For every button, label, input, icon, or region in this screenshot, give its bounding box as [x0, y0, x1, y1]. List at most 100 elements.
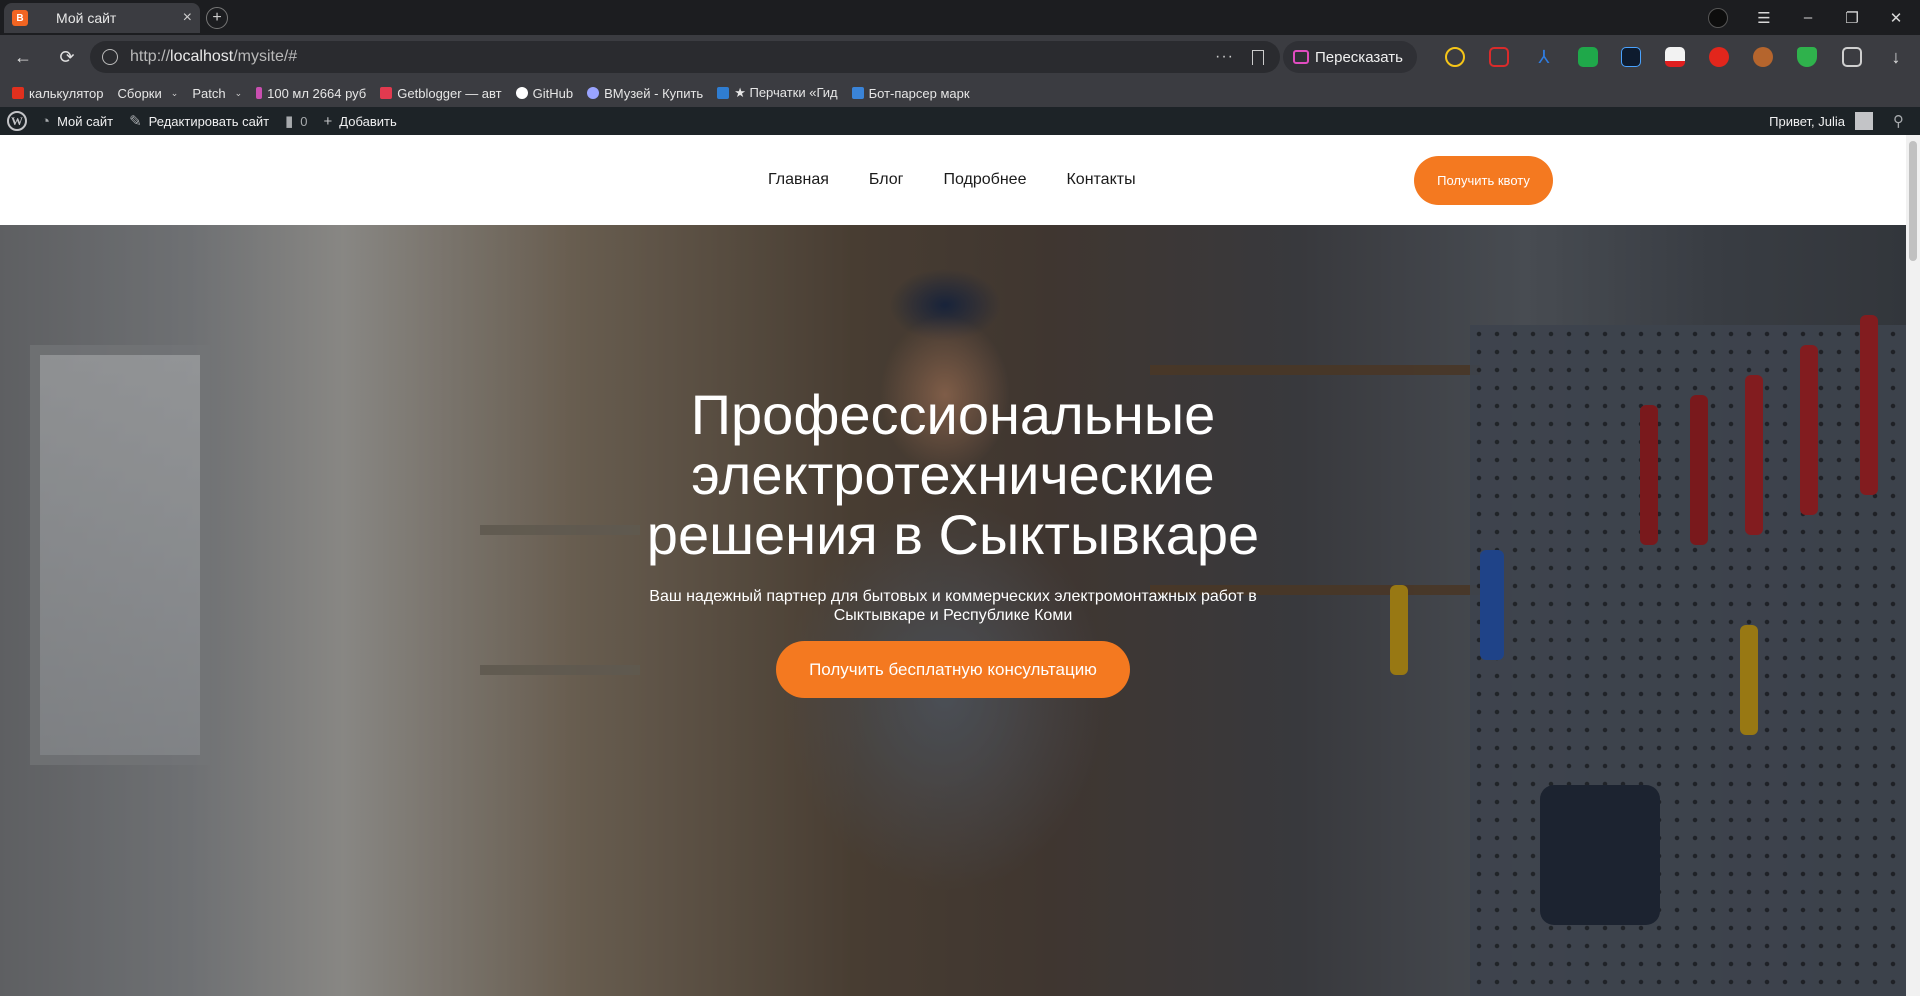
retell-icon [1293, 50, 1309, 64]
hero-subtitle: Ваш надежный партнер для бытовых и комме… [603, 587, 1303, 625]
browser-menu-icon[interactable]: ☰ [1742, 9, 1786, 27]
vmuseum-icon [587, 87, 600, 99]
bookmark-item[interactable]: ВМузей - Купить [587, 86, 703, 101]
reload-icon[interactable]: ⟳ [55, 45, 79, 69]
extension-cookie-icon[interactable] [1753, 47, 1773, 67]
extension-coin-icon[interactable] [1445, 47, 1465, 67]
admin-edit-site-label: Редактировать сайт [148, 113, 270, 129]
menu-item-home[interactable]: Главная [768, 171, 829, 189]
site-header: Главная Блог Подробнее Контакты Получить… [0, 135, 1906, 225]
chevron-down-icon: ⌄ [234, 87, 243, 98]
bookmark-item[interactable]: 100 мл 2664 руб [256, 86, 366, 101]
tab-close-icon[interactable]: × [183, 10, 192, 26]
yandex-icon [12, 87, 24, 99]
admin-comments-link[interactable]: ▮ 0 [285, 112, 308, 130]
menu-item-blog[interactable]: Блог [869, 171, 904, 189]
wordpress-logo-icon[interactable]: W [7, 111, 27, 131]
globe-icon [102, 49, 118, 65]
menu-item-more[interactable]: Подробнее [943, 171, 1026, 189]
url-scheme: http:// [130, 48, 171, 65]
bookmark-folder[interactable]: Сборки ⌄ [118, 86, 179, 101]
extension-translate-icon[interactable]: ⅄ [1534, 47, 1554, 67]
extensions-menu-icon[interactable] [1842, 47, 1862, 67]
hero-title-line: электротехнические [691, 443, 1215, 506]
admin-edit-site-link[interactable]: ✎ Редактировать сайт [129, 112, 269, 130]
hero-title-line: Профессиональные [690, 383, 1216, 446]
menu-item-contacts[interactable]: Контакты [1066, 171, 1135, 189]
bookmark-item[interactable]: калькулятор [12, 86, 104, 101]
extension-chat-icon[interactable] [1578, 47, 1598, 67]
url-path: /mysite/# [233, 48, 298, 65]
bookmark-label: Бот-парсер марк [868, 85, 970, 101]
brush-icon: ✎ [129, 113, 142, 130]
bookmark-item[interactable]: GitHub [515, 85, 574, 101]
bookmark-label: Сборки [117, 85, 162, 101]
close-window-icon[interactable]: ✕ [1874, 9, 1918, 27]
browser-tab-bar: B Мой сайт × + ☰ – ❐ ✕ [0, 0, 1920, 35]
browser-nav-bar: ← ⟳ http:// localhost /mysite/# ··· Пере… [0, 35, 1920, 79]
extension-shield-icon[interactable] [1797, 47, 1817, 67]
page-menu-icon[interactable]: ··· [1215, 48, 1234, 66]
search-icon[interactable]: ⚲ [1893, 112, 1904, 130]
dropper-icon [256, 87, 263, 99]
page-scrollbar[interactable] [1906, 135, 1920, 996]
hero-title: Профессиональные электротехнические реше… [553, 385, 1353, 565]
minimize-icon[interactable]: – [1786, 9, 1830, 26]
new-tab-button[interactable]: + [206, 7, 228, 29]
hero-title-line: решения в Сыктывкаре [646, 503, 1260, 566]
bookmark-label: ★ Перчатки «Гид [734, 85, 838, 100]
admin-site-name: Мой сайт [57, 113, 114, 129]
hero-subtitle-line: Ваш надежный партнер для бытовых и комме… [649, 588, 1257, 605]
hero-section: Профессиональные электротехнические реше… [0, 225, 1906, 996]
bookmark-icon[interactable] [1252, 49, 1264, 65]
comment-icon: ▮ [285, 113, 294, 130]
bookmarks-bar: калькулятор Сборки ⌄ Patch ⌄ 100 мл 2664… [0, 79, 1920, 107]
profile-avatar-icon[interactable] [1708, 8, 1728, 28]
free-consultation-button[interactable]: Получить бесплатную консультацию [776, 641, 1130, 698]
dashboard-icon: ◔ [41, 112, 51, 130]
admin-add-new-label: Добавить [339, 113, 397, 129]
site-favicon-icon: B [12, 10, 28, 26]
restore-icon[interactable]: ❐ [1830, 9, 1874, 27]
get-quote-button[interactable]: Получить квоту [1414, 156, 1553, 205]
extension-adblock-icon[interactable] [1709, 47, 1729, 67]
url-host: localhost [170, 48, 234, 65]
back-arrow-icon[interactable]: ← [11, 45, 35, 69]
bookmark-item[interactable]: Getblogger — авт [380, 85, 502, 101]
bookmark-label: Patch [192, 85, 226, 101]
main-menu: Главная Блог Подробнее Контакты [768, 171, 1136, 189]
tab-title: Мой сайт [56, 10, 117, 26]
bookmark-label: ВМузей - Купить [604, 85, 704, 101]
site-viewport: Главная Блог Подробнее Контакты Получить… [0, 135, 1906, 996]
plus-icon: + [323, 112, 333, 130]
tab-my-site[interactable]: B Мой сайт × [4, 3, 200, 33]
bookmark-label: 100 мл 2664 руб [267, 85, 367, 101]
bookmark-item[interactable]: ★ Перчатки «Гид [717, 85, 838, 101]
github-icon [515, 87, 528, 99]
admin-greeting[interactable]: Привет, Julia [1769, 114, 1845, 129]
bookmark-label: Getblogger — авт [397, 85, 502, 101]
window-controls: ☰ – ❐ ✕ [1742, 0, 1918, 35]
bookmark-label: калькулятор [29, 85, 104, 101]
chevron-down-icon: ⌄ [170, 87, 179, 98]
admin-account-area: Привет, Julia ⚲ [1769, 112, 1904, 130]
wp-admin-bar: W ◔ Мой сайт ✎ Редактировать сайт ▮ 0 + … [0, 107, 1920, 135]
extension-sih-icon[interactable] [1621, 47, 1641, 67]
bot-icon [851, 87, 864, 99]
retell-button[interactable]: Пересказать [1283, 41, 1417, 73]
scrollbar-thumb[interactable] [1909, 141, 1917, 261]
address-bar[interactable]: http:// localhost /mysite/# ··· [90, 41, 1280, 73]
admin-add-new-link[interactable]: + Добавить [324, 113, 397, 130]
comments-count: 0 [300, 113, 308, 129]
retell-label: Пересказать [1315, 48, 1403, 66]
bookmark-item[interactable]: Бот-парсер марк [851, 85, 970, 101]
bookmark-label: GitHub [532, 85, 574, 101]
extension-video-icon[interactable] [1489, 47, 1509, 67]
avatar[interactable] [1855, 112, 1873, 130]
site-icon [717, 87, 730, 99]
admin-site-link[interactable]: ◔ Мой сайт [41, 113, 113, 130]
extension-new-icon[interactable] [1665, 47, 1685, 67]
hero-subtitle-line: Сыктывкаре и Республике Коми [833, 607, 1073, 624]
downloads-icon[interactable]: ↓ [1884, 45, 1908, 69]
bookmark-folder[interactable]: Patch ⌄ [192, 86, 242, 101]
